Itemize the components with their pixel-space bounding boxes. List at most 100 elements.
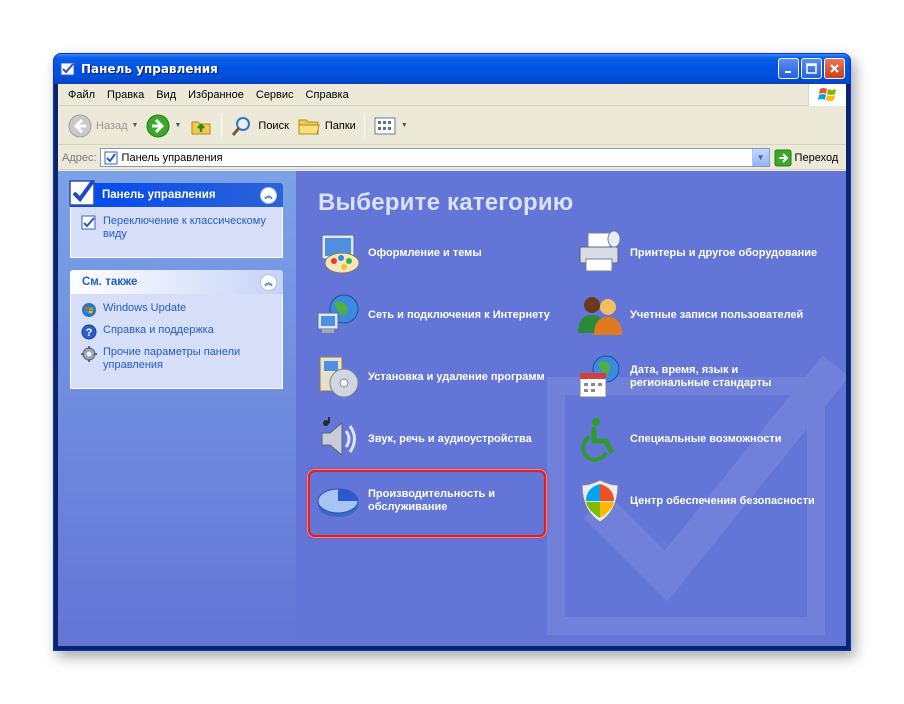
control-panel-icon	[69, 179, 95, 206]
see-also-box: См. также ︽ Windows Update ? Справка и п…	[70, 270, 283, 389]
switch-classic-view-label: Переключение к классическому виду	[103, 215, 266, 240]
sound-icon	[321, 417, 356, 457]
chevron-down-icon[interactable]: ▼	[174, 122, 181, 129]
address-bar: Адрес: Панель управления ▼ Переход	[58, 146, 846, 170]
category-pane: Выберите категорию Оформление и темы Сет…	[296, 171, 846, 646]
maximize-icon	[806, 63, 817, 74]
category-label: Звук, речь и аудиоустройства	[368, 432, 532, 445]
category-label: Центр обеспечения безопасности	[630, 494, 815, 507]
menu-file[interactable]: Файл	[62, 89, 101, 101]
switch-classic-view-link[interactable]: Переключение к классическому виду	[81, 215, 274, 241]
go-arrow-icon	[774, 149, 792, 166]
back-arrow-icon	[68, 114, 92, 137]
search-icon	[232, 116, 251, 136]
close-button[interactable]	[824, 58, 845, 79]
search-label: Поиск	[258, 119, 289, 132]
category-label: Оформление и темы	[368, 246, 482, 259]
category-accessibility[interactable]: Специальные возможности	[576, 415, 782, 463]
control-panel-icon	[104, 151, 118, 164]
category-sound[interactable]: Звук, речь и аудиоустройства	[314, 415, 532, 463]
windows-update-link[interactable]: Windows Update	[81, 302, 274, 318]
control-panel-box-body: Переключение к классическому виду	[70, 207, 283, 258]
datetime-icon	[579, 355, 620, 398]
task-pane: Панель управления ︽ Переключение к класс…	[58, 171, 296, 646]
control-panel-window: Панель управления Файл Правка Вид Избран…	[53, 53, 851, 651]
menu-help[interactable]: Справка	[300, 89, 355, 101]
back-button[interactable]: Назад ▼	[64, 110, 142, 142]
forward-arrow-icon	[146, 114, 170, 137]
category-label: Дата, время, язык и региональные стандар…	[630, 364, 772, 389]
category-users[interactable]: Учетные записи пользователей	[576, 291, 803, 339]
see-also-item-label: Справка и поддержка	[103, 324, 214, 336]
gear-icon	[81, 346, 97, 362]
address-label: Адрес:	[62, 151, 97, 164]
up-folder-icon	[191, 121, 211, 134]
windows-logo-icon	[808, 84, 846, 106]
chevron-down-icon[interactable]: ▼	[401, 122, 408, 129]
views-button[interactable]: ▼	[369, 110, 412, 142]
address-value: Панель управления	[121, 151, 223, 164]
go-label: Переход	[794, 151, 839, 164]
category-datetime[interactable]: Дата, время, язык и региональные стандар…	[576, 353, 820, 401]
forward-button[interactable]: ▼	[142, 110, 185, 142]
views-grid-icon	[374, 117, 396, 134]
printer-icon	[579, 230, 621, 272]
folders-label: Папки	[324, 119, 356, 132]
category-label: Учетные записи пользователей	[630, 308, 804, 321]
category-security-center[interactable]: Центр обеспечения безопасности	[576, 477, 815, 525]
appearance-icon	[321, 234, 360, 274]
menu-view[interactable]: Вид	[150, 89, 182, 101]
category-label: Принтеры и другое оборудование	[630, 246, 818, 259]
svg-text:?: ?	[86, 327, 93, 339]
address-dropdown-button[interactable]: ▼	[751, 149, 769, 166]
menu-edit[interactable]: Правка	[101, 89, 150, 101]
maximize-button[interactable]	[801, 58, 822, 79]
category-network[interactable]: Сеть и подключения к Интернету	[314, 291, 550, 339]
control-panel-icon	[81, 215, 96, 230]
back-label: Назад	[96, 119, 128, 132]
menu-favorites[interactable]: Избранное	[182, 89, 250, 101]
category-appearance[interactable]: Оформление и темы	[314, 229, 482, 277]
users-icon	[578, 297, 622, 335]
page-title: Выберите категорию	[318, 189, 574, 216]
control-panel-icon	[60, 62, 75, 76]
other-options-link[interactable]: Прочие параметры панели управления	[81, 346, 274, 372]
up-folder-button[interactable]	[185, 110, 217, 142]
chevron-up-icon[interactable]: ︽	[260, 273, 277, 291]
highlight-frame	[308, 470, 546, 537]
security-shield-icon	[581, 479, 619, 523]
close-icon	[830, 64, 839, 73]
title-bar[interactable]: Панель управления	[54, 54, 850, 84]
folders-button[interactable]: Папки	[293, 110, 360, 142]
see-also-title: См. также	[82, 276, 138, 288]
go-button[interactable]: Переход	[774, 149, 839, 167]
see-also-item-label: Windows Update	[103, 302, 187, 314]
category-label: Установка и удаление программ	[368, 370, 545, 383]
address-input[interactable]: Панель управления ▼	[99, 148, 770, 167]
minimize-icon	[785, 71, 791, 73]
menu-tools[interactable]: Сервис	[250, 89, 300, 101]
folder-icon	[298, 119, 320, 134]
accessibility-icon	[581, 418, 615, 462]
category-add-remove[interactable]: Установка и удаление программ	[314, 353, 545, 401]
menu-bar: Файл Правка Вид Избранное Сервис Справка	[58, 84, 846, 106]
toolbar-separator	[363, 112, 365, 139]
chevron-up-icon[interactable]: ︽	[260, 186, 277, 204]
control-panel-box-title: Панель управления	[102, 189, 216, 201]
control-panel-box-header[interactable]: Панель управления ︽	[70, 183, 283, 207]
chevron-down-icon[interactable]: ▼	[132, 122, 139, 129]
toolbar: Назад ▼ ▼ Поиск Папки ▼	[58, 107, 846, 145]
see-also-item-label: Прочие параметры панели управления	[103, 346, 241, 371]
see-also-body: Windows Update ? Справка и поддержка Про…	[70, 294, 283, 389]
category-label: Специальные возможности	[630, 432, 782, 445]
content-area: Панель управления ︽ Переключение к класс…	[58, 171, 846, 646]
help-support-link[interactable]: ? Справка и поддержка	[81, 324, 274, 340]
control-panel-box: Панель управления ︽ Переключение к класс…	[69, 179, 283, 258]
search-button[interactable]: Поиск	[226, 110, 292, 142]
category-printers[interactable]: Принтеры и другое оборудование	[576, 229, 817, 277]
minimize-button[interactable]	[778, 58, 799, 79]
see-also-header[interactable]: См. также ︽	[70, 270, 283, 294]
add-remove-icon	[319, 356, 359, 398]
toolbar-separator	[221, 112, 223, 139]
windows-update-icon	[82, 303, 96, 317]
